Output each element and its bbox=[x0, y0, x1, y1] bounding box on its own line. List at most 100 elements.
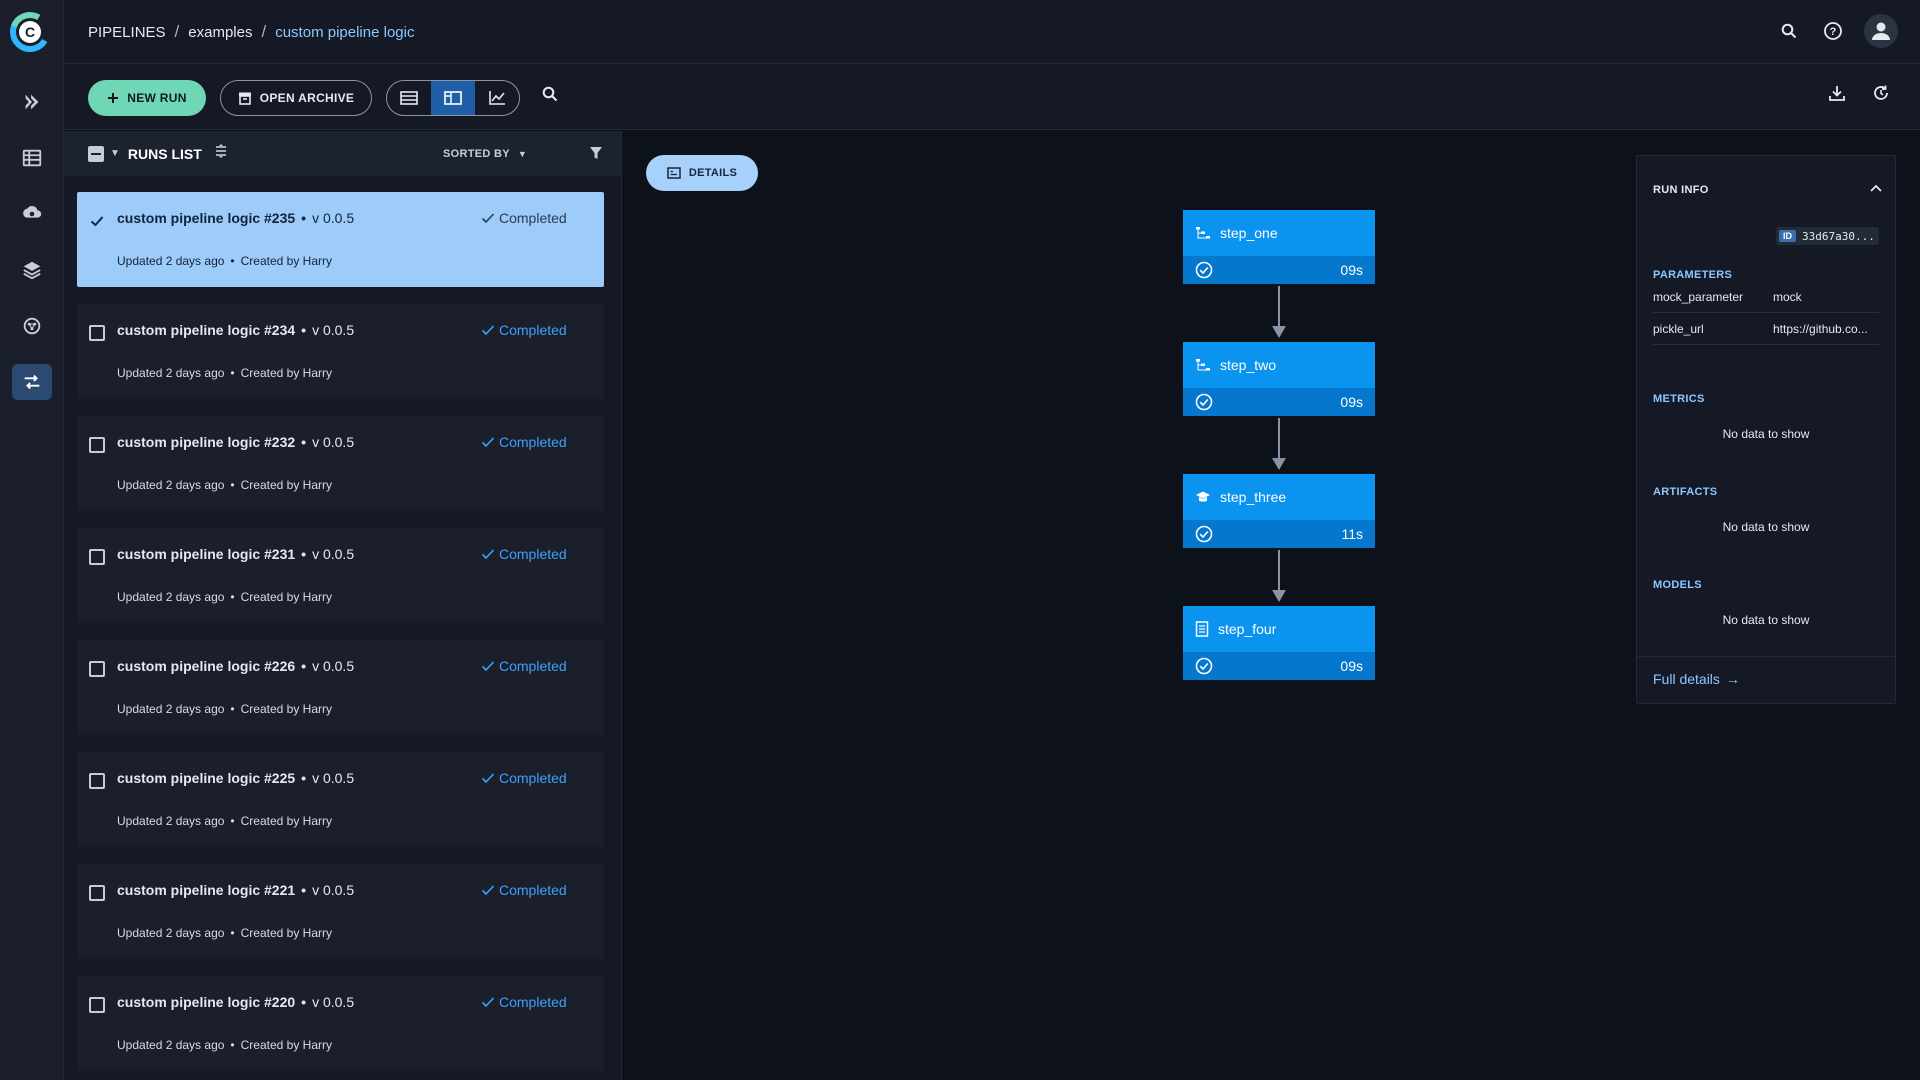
separator-dot: • bbox=[301, 322, 307, 338]
step-name: step_four bbox=[1218, 621, 1277, 637]
run-id-value: 33d67a30... bbox=[1802, 229, 1875, 243]
models-empty-text: No data to show bbox=[1722, 613, 1810, 627]
full-details-link[interactable]: Full details → bbox=[1653, 671, 1740, 687]
search-icon[interactable] bbox=[1776, 18, 1802, 44]
run-name: custom pipeline logic #226 bbox=[117, 658, 296, 674]
run-list-item[interactable]: custom pipeline logic #234 • v 0.0.5 Comple… bbox=[77, 304, 604, 399]
run-updated: Updated 2 days ago bbox=[117, 1038, 225, 1052]
parameter-key: pickle_url bbox=[1653, 321, 1704, 336]
sort-order-icon[interactable] bbox=[214, 144, 228, 163]
svg-text:?: ? bbox=[1830, 26, 1837, 38]
pipeline-step-node[interactable]: step_one 09s bbox=[1183, 210, 1375, 284]
user-avatar-icon[interactable] bbox=[1864, 14, 1898, 48]
run-meta: Updated 2 days ago • Created by Harry bbox=[117, 702, 332, 716]
open-archive-button[interactable]: OPEN ARCHIVE bbox=[220, 80, 372, 116]
dag-edge-arrowhead bbox=[1272, 458, 1286, 470]
breadcrumb-project[interactable]: examples bbox=[188, 24, 252, 41]
dag-edge-arrowhead bbox=[1272, 326, 1286, 338]
run-id-badge[interactable]: ID 33d67a30... bbox=[1776, 227, 1879, 245]
dag-edge-arrowhead bbox=[1272, 590, 1286, 602]
run-status: Completed bbox=[481, 322, 567, 338]
view-mode-toggle bbox=[386, 80, 520, 116]
run-list-item[interactable]: custom pipeline logic #225 • v 0.0.5 Comple… bbox=[77, 752, 604, 847]
download-icon[interactable] bbox=[1828, 84, 1846, 107]
run-title: custom pipeline logic #231 • v 0.0.5 bbox=[117, 546, 354, 562]
run-meta: Updated 2 days ago • Created by Harry bbox=[117, 366, 332, 380]
runs-list-panel: ▼ RUNS LIST SORTED BY ▼ custom pipeline … bbox=[64, 131, 622, 1080]
checkmark-icon bbox=[481, 213, 495, 224]
run-version: v 0.0.5 bbox=[312, 434, 355, 450]
run-created-by: Created by Harry bbox=[240, 254, 332, 268]
run-list-item[interactable]: custom pipeline logic #231 • v 0.0.5 Comple… bbox=[77, 528, 604, 623]
select-all-checkbox[interactable] bbox=[88, 145, 104, 162]
run-meta: Updated 2 days ago • Created by Harry bbox=[117, 254, 332, 268]
run-name: custom pipeline logic #235 bbox=[117, 210, 296, 226]
separator-dot: • bbox=[230, 478, 235, 492]
runs-search-icon[interactable] bbox=[542, 86, 566, 110]
details-button[interactable]: DETAILS bbox=[646, 155, 758, 191]
separator-dot: • bbox=[301, 882, 307, 898]
separator-dot: • bbox=[301, 658, 307, 674]
run-title: custom pipeline logic #235 • v 0.0.5 bbox=[117, 210, 354, 226]
nav-models-brain-icon[interactable] bbox=[12, 308, 52, 344]
check-icon[interactable] bbox=[89, 213, 105, 229]
id-tag: ID bbox=[1779, 230, 1796, 242]
auto-refresh-icon[interactable] bbox=[1872, 84, 1890, 107]
chart-view-icon[interactable] bbox=[475, 81, 519, 115]
run-status-label: Completed bbox=[499, 882, 567, 898]
run-checkbox[interactable] bbox=[89, 549, 105, 565]
run-checkbox[interactable] bbox=[89, 885, 105, 901]
pipeline-step-node[interactable]: step_three 11s bbox=[1183, 474, 1375, 548]
dag-edge bbox=[1278, 286, 1280, 328]
app-logo-icon[interactable]: C bbox=[8, 8, 52, 56]
run-status-label: Completed bbox=[499, 210, 567, 226]
checkmark-icon bbox=[481, 325, 495, 336]
run-name: custom pipeline logic #231 bbox=[117, 546, 296, 562]
run-list-item[interactable]: custom pipeline logic #226 • v 0.0.5 Comple… bbox=[77, 640, 604, 735]
nav-orchestration-icon[interactable] bbox=[12, 196, 52, 232]
help-icon[interactable]: ? bbox=[1820, 18, 1846, 44]
run-list-item[interactable]: custom pipeline logic #221 • v 0.0.5 Comple… bbox=[77, 864, 604, 959]
details-view-icon[interactable] bbox=[431, 81, 475, 115]
run-list-item[interactable]: custom pipeline logic #235 • v 0.0.5 Comple… bbox=[77, 192, 604, 287]
checkmark-icon bbox=[481, 549, 495, 560]
sorted-by-dropdown[interactable]: SORTED BY ▼ bbox=[443, 131, 527, 176]
run-created-by: Created by Harry bbox=[240, 590, 332, 604]
table-view-icon[interactable] bbox=[387, 81, 431, 115]
details-panel-icon bbox=[667, 167, 681, 179]
select-menu-chevron-icon[interactable]: ▼ bbox=[110, 148, 120, 159]
svg-text:C: C bbox=[25, 24, 35, 40]
run-created-by: Created by Harry bbox=[240, 814, 332, 828]
nav-home-icon[interactable] bbox=[12, 84, 52, 120]
breadcrumb-pipelines[interactable]: PIPELINES bbox=[88, 24, 166, 41]
run-status-label: Completed bbox=[499, 770, 567, 786]
run-list-item[interactable]: custom pipeline logic #220 • v 0.0.5 Comple… bbox=[77, 976, 604, 1071]
run-name: custom pipeline logic #221 bbox=[117, 882, 296, 898]
nav-layers-icon[interactable] bbox=[12, 252, 52, 288]
run-title: custom pipeline logic #221 • v 0.0.5 bbox=[117, 882, 354, 898]
new-run-label: NEW RUN bbox=[127, 91, 187, 105]
chevron-up-icon[interactable] bbox=[1869, 180, 1883, 198]
filter-icon[interactable] bbox=[589, 145, 603, 166]
run-updated: Updated 2 days ago bbox=[117, 366, 225, 380]
new-run-button[interactable]: NEW RUN bbox=[88, 80, 206, 116]
run-checkbox[interactable] bbox=[89, 325, 105, 341]
nav-pipelines-icon[interactable] bbox=[12, 364, 52, 400]
pipeline-step-node[interactable]: step_four 09s bbox=[1183, 606, 1375, 680]
run-list-item[interactable]: custom pipeline logic #232 • v 0.0.5 Comple… bbox=[77, 416, 604, 511]
sorted-by-label: SORTED BY bbox=[443, 147, 510, 160]
breadcrumb-current[interactable]: custom pipeline logic bbox=[275, 24, 414, 41]
run-updated: Updated 2 days ago bbox=[117, 478, 225, 492]
training-icon bbox=[1195, 489, 1211, 505]
parameter-value: https://github.co... bbox=[1773, 321, 1868, 336]
run-checkbox[interactable] bbox=[89, 997, 105, 1013]
nav-datasets-icon[interactable] bbox=[12, 140, 52, 176]
step-duration: 11s bbox=[1341, 526, 1363, 542]
chevron-down-icon: ▼ bbox=[517, 148, 528, 159]
runs-list-header: ▼ RUNS LIST SORTED BY ▼ bbox=[64, 131, 621, 176]
parameters-label: PARAMETERS bbox=[1653, 269, 1733, 281]
pipeline-step-node[interactable]: step_two 09s bbox=[1183, 342, 1375, 416]
run-checkbox[interactable] bbox=[89, 437, 105, 453]
run-checkbox[interactable] bbox=[89, 773, 105, 789]
run-checkbox[interactable] bbox=[89, 661, 105, 677]
